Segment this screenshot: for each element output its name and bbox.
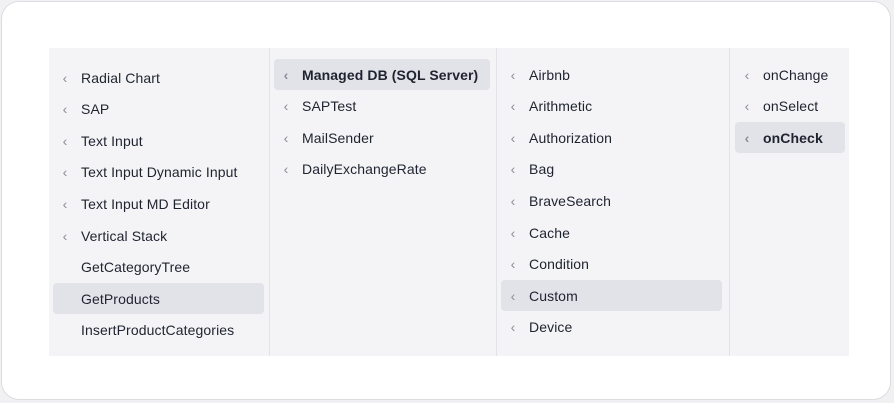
column-4-item[interactable]: ‹ onSelect (735, 91, 845, 122)
chevron-left-icon: ‹ (510, 224, 516, 241)
item-label: MailSender (302, 129, 374, 146)
item-label: SAP (81, 101, 110, 118)
chevron-left-icon: ‹ (510, 256, 516, 273)
column-3-item[interactable]: ‹ Cache (501, 217, 722, 248)
chevron-left-icon: ‹ (744, 66, 750, 83)
column-4-item[interactable]: ‹ onCheck (735, 122, 845, 154)
chevron-left-icon: ‹ (744, 98, 750, 115)
column-2-item[interactable]: ‹ SAPTest (274, 91, 490, 122)
item-label: Text Input MD Editor (81, 195, 210, 212)
column-browser: ‹ Radial Chart ‹ SAP ‹ Text Input ‹ Text Input … (49, 48, 849, 356)
chevron-left-icon: ‹ (510, 287, 516, 304)
column-3-item[interactable]: ‹ Authorization (501, 122, 722, 153)
item-label: Vertical Stack (81, 227, 168, 244)
item-label: Radial Chart (81, 69, 161, 86)
chevron-left-icon: ‹ (62, 132, 68, 149)
column-3-item[interactable]: ‹ Arithmetic (501, 91, 722, 122)
column-2: ‹ Managed DB (SQL Server) ‹ SAPTest ‹ MailSen… (270, 48, 497, 356)
chevron-left-icon: ‹ (283, 66, 289, 83)
column-2-item[interactable]: ‹ Managed DB (SQL Server) (274, 59, 490, 90)
chevron-left-icon: ‹ (510, 129, 516, 146)
item-label: DailyExchangeRate (302, 161, 427, 178)
column-1-item[interactable]: ‹ Text Input MD Editor (53, 188, 264, 219)
column-1-item[interactable]: ‹ Vertical Stack (53, 220, 264, 251)
item-label: GetCategoryTree (81, 259, 191, 276)
column-4: ‹ onChange ‹ onSelect ‹ onCheck (730, 48, 849, 356)
chevron-left-icon: ‹ (510, 98, 516, 115)
column-3-item[interactable]: ‹ Condition (501, 249, 722, 280)
column-1-item[interactable]: ‹ Text Input Dynamic Input (53, 157, 264, 188)
item-label: Custom (529, 287, 578, 304)
item-label: Airbnb (529, 66, 571, 83)
item-label: Managed DB (SQL Server) (302, 66, 479, 83)
chevron-left-icon: ‹ (744, 129, 750, 146)
item-label: Condition (529, 256, 590, 273)
item-label: Cache (529, 224, 570, 241)
column-1-item[interactable]: ‹ Text Input (53, 125, 264, 156)
miller-columns-card: ‹ Radial Chart ‹ SAP ‹ Text Input ‹ Text Input … (1, 1, 891, 400)
chevron-left-icon: ‹ (510, 161, 516, 178)
item-label: SAPTest (302, 98, 357, 115)
item-label: Text Input (81, 132, 143, 149)
column-2-item[interactable]: ‹ MailSender (274, 122, 490, 153)
chevron-left-icon: ‹ (62, 195, 68, 212)
chevron-left-icon: ‹ (283, 129, 289, 146)
chevron-left-icon: ‹ (62, 101, 68, 118)
column-3-item[interactable]: ‹ Device (501, 312, 722, 343)
chevron-left-icon: ‹ (62, 164, 68, 181)
chevron-left-icon: ‹ (62, 69, 68, 86)
column-3-item[interactable]: ‹ Custom (501, 280, 722, 312)
column-1-item[interactable]: ‹InsertProductCategories (53, 315, 264, 346)
column-1-item[interactable]: ‹GetCategoryTree (53, 252, 264, 283)
item-label: Device (529, 319, 573, 336)
item-label: InsertProductCategories (81, 322, 235, 339)
item-label: Authorization (529, 129, 613, 146)
item-label: onSelect (763, 98, 819, 115)
chevron-left-icon: ‹ (283, 98, 289, 115)
column-1-item[interactable]: ‹ SAP (53, 94, 264, 125)
item-label: onCheck (763, 129, 823, 146)
column-1: ‹ Radial Chart ‹ SAP ‹ Text Input ‹ Text Input … (49, 48, 270, 356)
column-3-item[interactable]: ‹ Bag (501, 154, 722, 185)
item-label: Arithmetic (529, 98, 593, 115)
column-1-item[interactable]: ‹GetProducts (53, 283, 264, 315)
column-1-item[interactable]: ‹ Radial Chart (53, 62, 264, 93)
item-label: GetProducts (81, 290, 160, 307)
chevron-left-icon: ‹ (283, 161, 289, 178)
column-3-item[interactable]: ‹ BraveSearch (501, 185, 722, 216)
column-2-item[interactable]: ‹ DailyExchangeRate (274, 154, 490, 185)
chevron-left-icon: ‹ (510, 66, 516, 83)
chevron-left-icon: ‹ (510, 319, 516, 336)
item-label: Text Input Dynamic Input (81, 164, 238, 181)
item-label: BraveSearch (529, 192, 612, 209)
chevron-left-icon: ‹ (510, 192, 516, 209)
item-label: onChange (763, 66, 829, 83)
item-label: Bag (529, 161, 555, 178)
chevron-left-icon: ‹ (62, 227, 68, 244)
column-4-item[interactable]: ‹ onChange (735, 59, 845, 90)
column-3: ‹ Airbnb ‹ Arithmetic ‹ Authorization ‹ Bag ‹ Bra… (497, 48, 730, 356)
column-3-item[interactable]: ‹ Airbnb (501, 59, 722, 90)
